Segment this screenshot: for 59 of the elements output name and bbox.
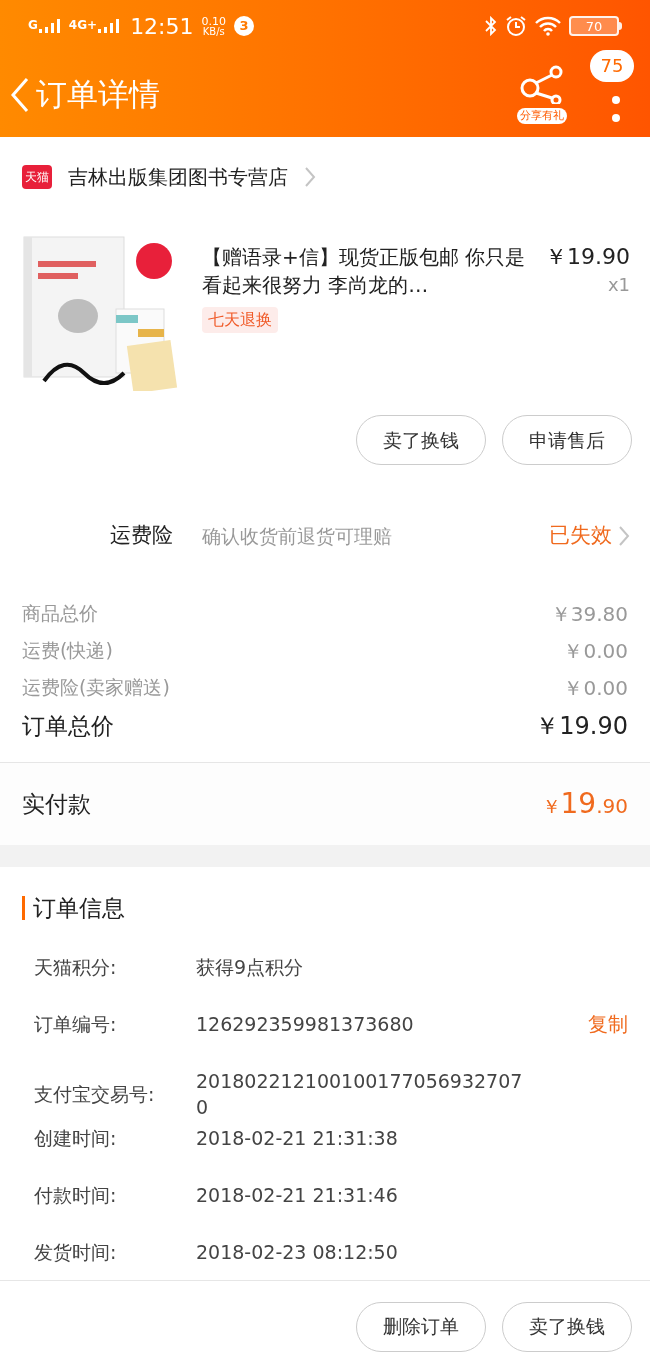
- action-button[interactable]: 删除订单: [356, 1301, 486, 1352]
- info-label: 订单编号:: [34, 1011, 118, 1037]
- clock: 12:51: [130, 12, 194, 41]
- page-title: 订单详情: [36, 75, 160, 115]
- network-label: G: [28, 19, 38, 31]
- speed-value: 0.10: [201, 15, 227, 27]
- share-icon: [520, 63, 564, 104]
- info-value: 2018022121001001770569327070: [196, 1068, 524, 1120]
- paid-decimal: .90: [596, 793, 628, 820]
- paid-amount: 19: [560, 786, 597, 822]
- info-label: 付款时间:: [34, 1182, 118, 1208]
- cost-label: 运费(快递): [22, 638, 113, 664]
- wifi-icon: [535, 16, 561, 36]
- cost-value: ￥0.00: [563, 674, 628, 702]
- currency-symbol: ￥: [541, 794, 561, 819]
- battery-indicator: 70: [569, 16, 619, 36]
- alarm-icon: [505, 15, 527, 37]
- info-value: 126292359981373680: [196, 1011, 415, 1037]
- quantity: x1: [607, 273, 630, 297]
- shop-name[interactable]: 吉林出版集团图书专营店: [68, 162, 288, 192]
- back-button[interactable]: [10, 76, 30, 113]
- insurance-row[interactable]: 运费险 确认收货前退货可理赔 已失效: [0, 491, 650, 581]
- info-value: 获得9点积分: [196, 954, 305, 980]
- cost-value: ￥0.00: [563, 637, 628, 665]
- notification-badge: 3: [234, 16, 255, 36]
- action-button[interactable]: 卖了换钱: [502, 1301, 632, 1352]
- message-count-badge: 75: [590, 49, 634, 82]
- tmall-badge: 天猫: [22, 165, 52, 189]
- total-label: 订单总价: [22, 711, 114, 741]
- product-price: ￥19.90: [545, 243, 630, 271]
- info-label: 创建时间:: [34, 1125, 118, 1151]
- chevron-right-icon: [618, 525, 630, 547]
- info-label: 支付宝交易号:: [34, 1081, 156, 1107]
- signal-icon: [98, 19, 121, 33]
- share-label: 分享有礼: [517, 107, 567, 124]
- insurance-description: 确认收货前退货可理赔: [202, 524, 393, 549]
- network-label: 4G+: [68, 19, 98, 31]
- total-value: ￥19.90: [535, 711, 628, 742]
- info-label: 发货时间:: [34, 1239, 118, 1265]
- speed-unit: KB/s: [202, 26, 225, 37]
- action-button[interactable]: 申请售后: [502, 415, 632, 465]
- return-tag: 七天退换: [202, 307, 278, 333]
- info-label: 天猫积分:: [34, 954, 118, 980]
- cost-value: ￥39.80: [550, 600, 628, 628]
- action-button[interactable]: 卖了换钱: [356, 415, 486, 465]
- info-value: 2018-02-21 21:31:38: [196, 1125, 399, 1151]
- signal-icon: [38, 19, 61, 33]
- more-icon: [612, 95, 620, 122]
- chevron-right-icon: [304, 166, 316, 188]
- insurance-label: 运费险: [110, 522, 174, 550]
- cost-label: 运费险(卖家赠送): [22, 675, 170, 701]
- section-title: 订单信息: [33, 894, 125, 923]
- info-value: 2018-02-23 08:12:50: [196, 1239, 399, 1265]
- product-title[interactable]: 【赠语录+信】现货正版包邮 你只是看起来很努力 李尚龙的…: [202, 243, 532, 299]
- insurance-status: 已失效: [549, 522, 612, 550]
- bluetooth-icon: [485, 16, 497, 36]
- info-value: 2018-02-21 21:31:46: [196, 1182, 399, 1208]
- paid-label: 实付款: [22, 789, 91, 819]
- cost-label: 商品总价: [22, 601, 98, 627]
